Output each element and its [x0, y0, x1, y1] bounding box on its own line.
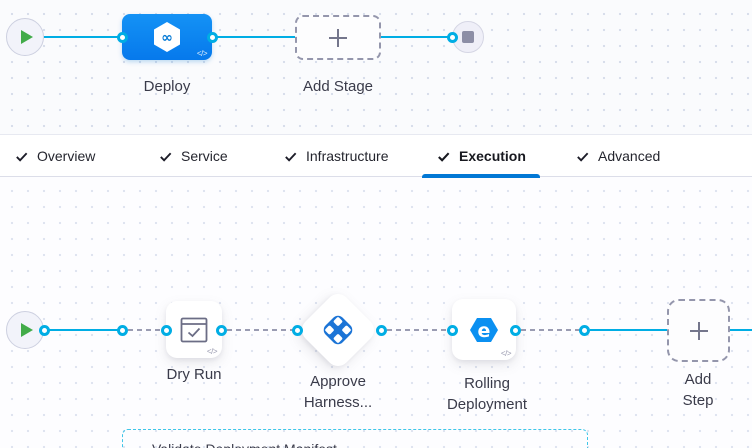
connector-line	[44, 329, 123, 331]
connector-line	[44, 36, 122, 38]
connector-port	[117, 325, 128, 336]
step-label-rolling: Rolling Deployment	[437, 373, 537, 415]
active-tab-underline	[422, 174, 540, 178]
stage-config-tabbar: Overview Service Infrastructure Executio…	[0, 134, 752, 177]
connector-line-dashed	[227, 329, 293, 331]
step-dry-run[interactable]: </>	[166, 301, 222, 358]
pipeline-studio: ∞ </> Deploy Add Stage Overview	[0, 0, 752, 448]
execution-canvas: Validate Deployment Manifest	[0, 177, 752, 448]
connector-line	[590, 329, 667, 331]
connector-port	[117, 32, 128, 43]
tab-advanced[interactable]: Advanced	[575, 135, 660, 177]
connector-line-dashed	[521, 329, 580, 331]
connector-line	[381, 36, 452, 38]
connector-port	[216, 325, 227, 336]
play-icon	[21, 30, 33, 44]
check-icon	[436, 149, 451, 164]
connector-port	[579, 325, 590, 336]
connector-line-dashed	[387, 329, 448, 331]
check-icon	[14, 149, 29, 164]
window-check-icon	[180, 317, 208, 343]
yaml-code-icon: </>	[501, 349, 511, 358]
step-label-approve: Approve Harness...	[298, 371, 378, 413]
add-step-button[interactable]	[667, 299, 730, 362]
check-icon	[575, 149, 590, 164]
step-group-header: Validate Deployment Manifest	[133, 439, 337, 448]
connector-port	[447, 32, 458, 43]
stage-deploy[interactable]: ∞ </>	[122, 14, 212, 60]
connector-port	[510, 325, 521, 336]
stage-canvas: ∞ </> Deploy Add Stage	[0, 0, 752, 134]
tab-overview[interactable]: Overview	[14, 135, 95, 177]
check-icon	[158, 149, 173, 164]
step-rolling-deployment[interactable]: e </>	[452, 299, 516, 360]
connector-port	[447, 325, 458, 336]
stop-icon	[462, 31, 474, 43]
add-step-label: Add Step	[671, 369, 725, 411]
plus-icon	[687, 319, 711, 343]
connector-port	[161, 325, 172, 336]
connector-port	[207, 32, 218, 43]
tab-service[interactable]: Service	[158, 135, 228, 177]
rolling-deployment-icon: e	[467, 313, 501, 347]
yaml-code-icon: </>	[197, 49, 207, 58]
step-label-dry-run: Dry Run	[166, 364, 221, 385]
stage-label: Deploy	[144, 76, 191, 97]
connector-line	[730, 329, 752, 331]
add-stage-button[interactable]	[295, 15, 381, 60]
tab-execution[interactable]: Execution	[436, 135, 526, 177]
step-group-label: Validate Deployment Manifest	[152, 441, 337, 448]
plus-icon	[327, 27, 349, 49]
pipeline-start-node	[6, 18, 44, 56]
check-icon	[283, 149, 298, 164]
harness-cd-icon: ∞	[152, 21, 182, 53]
add-stage-label: Add Stage	[303, 76, 373, 97]
connector-port	[292, 325, 303, 336]
harness-approval-icon	[320, 312, 356, 348]
connector-port	[376, 325, 387, 336]
svg-text:∞: ∞	[161, 30, 173, 46]
connector-line-dashed	[128, 329, 161, 331]
play-icon	[21, 323, 33, 337]
yaml-code-icon: </>	[207, 347, 217, 356]
connector-port	[39, 325, 50, 336]
tab-infrastructure[interactable]: Infrastructure	[283, 135, 388, 177]
connector-line	[212, 36, 295, 38]
